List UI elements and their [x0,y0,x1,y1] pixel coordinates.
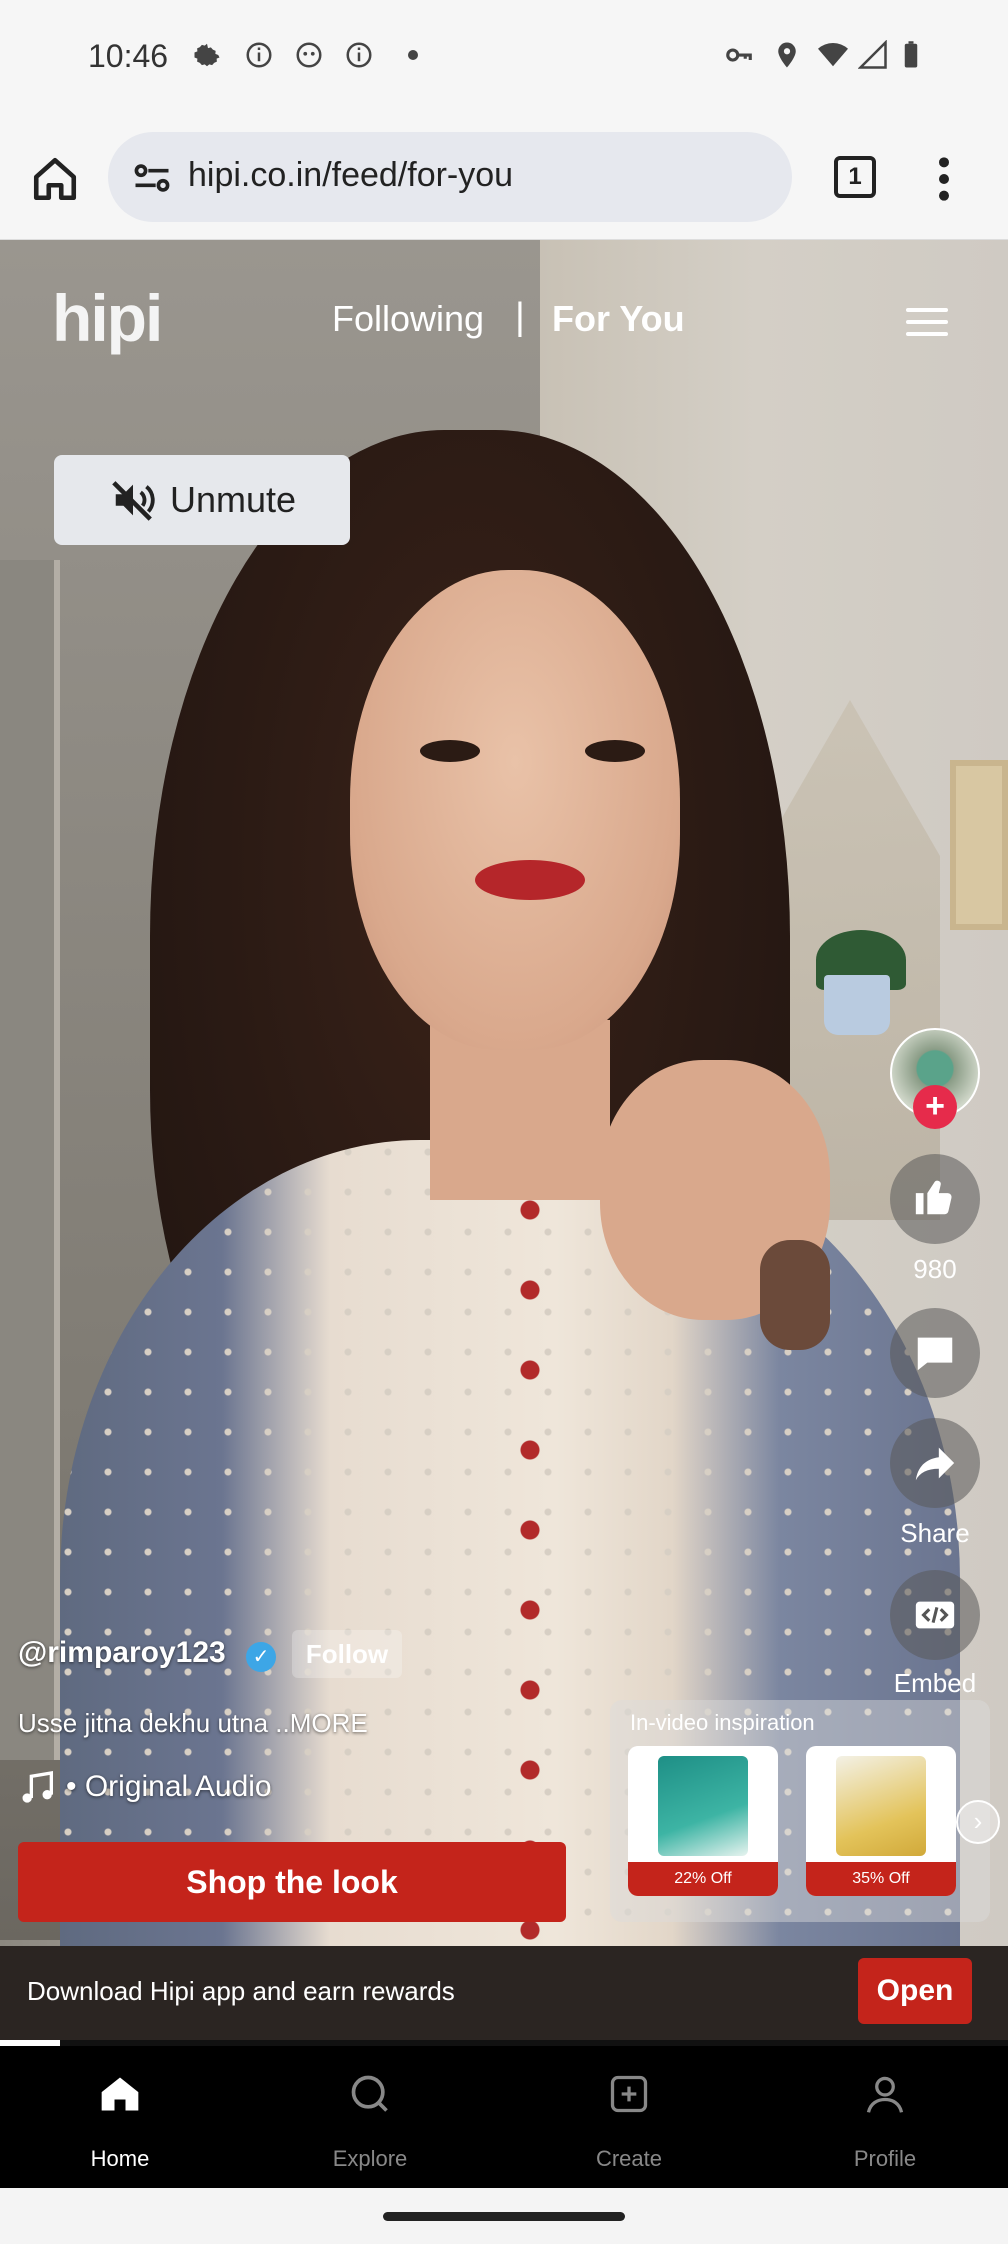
like-button[interactable] [890,1154,980,1244]
info-icon [246,42,272,68]
nav-explore-label: Explore [332,2146,408,2171]
product-card[interactable]: 35% Off [806,1746,956,1896]
tab-separator: | [515,296,525,338]
product-image [836,1756,926,1856]
location-icon [778,42,796,68]
info-icon [346,42,372,68]
status-time: 10:46 [88,38,169,74]
share-arrow-icon [915,1447,955,1481]
embed-button[interactable] [890,1570,980,1660]
bottom-nav: Home Explore Create Profile [0,2046,1008,2188]
tab-for-you[interactable]: For You [552,298,685,340]
shop-the-look-button[interactable]: Shop the look [18,1842,566,1922]
home-icon [101,2077,139,2111]
home-icon[interactable] [30,154,80,204]
post-caption[interactable]: Usse jitna dekhu utna ..MORE [18,1708,368,1739]
unmute-button[interactable]: Unmute [54,455,350,545]
nav-profile[interactable]: Profile [805,2046,965,2188]
thumbs-up-icon [915,1180,952,1215]
signal-icon [858,40,887,69]
verified-badge-icon: ✓ [246,1642,276,1672]
gear-icon [194,43,220,67]
tab-following[interactable]: Following [332,298,484,340]
browser-toolbar: hipi.co.in/feed/for-you 1 [0,118,1008,240]
wifi-icon [818,43,848,67]
speaker-muted-icon [112,481,155,521]
download-app-banner: Download Hipi app and earn rewards Open [0,1946,1008,2040]
search-icon [351,2075,388,2112]
in-video-inspiration-panel: In-video inspiration 22% Off 35% Off [610,1700,990,1922]
share-label: Share [900,1518,970,1548]
comment-button[interactable] [890,1308,980,1398]
comment-icon [917,1337,953,1371]
nav-explore[interactable]: Explore [290,2046,450,2188]
banner-text: Download Hipi app and earn rewards [27,1976,455,2006]
status-bar: 10:46 [0,0,1008,118]
inspiration-title: In-video inspiration [630,1710,815,1735]
product-image [658,1756,748,1856]
embed-label: Embed [893,1668,977,1698]
gesture-bar [0,2188,1008,2244]
music-note-icon [22,1771,53,1803]
follow-plus-icon[interactable]: + [913,1085,957,1129]
nav-home[interactable]: Home [40,2046,200,2188]
audio-info[interactable]: • Original Audio [18,1768,272,1808]
nav-home-label: Home [90,2146,150,2171]
audio-label: • Original Audio [66,1769,272,1803]
follow-button[interactable]: Follow [292,1630,402,1678]
nav-create[interactable]: Create [549,2046,709,2188]
video-player[interactable]: hipi Following | For You Unmute + 980 Sh… [0,240,1008,2040]
face-icon [296,42,322,68]
product-discount: 35% Off [806,1862,956,1896]
chevron-right-icon[interactable]: › [956,1800,1000,1844]
hamburger-menu-icon[interactable] [906,308,948,338]
dot-icon [408,50,418,60]
like-count: 980 [913,1254,957,1284]
site-settings-icon[interactable] [130,156,174,200]
home-indicator[interactable] [383,2212,625,2221]
key-icon [726,48,752,62]
tab-switcher-button[interactable]: 1 [834,156,876,198]
nav-profile-label: Profile [853,2146,917,2171]
address-bar[interactable]: hipi.co.in/feed/for-you [108,132,792,222]
open-app-button[interactable]: Open [858,1958,972,2024]
url-text: hipi.co.in/feed/for-you [188,156,514,194]
unmute-label: Unmute [170,479,297,520]
plus-square-icon [610,2075,648,2113]
battery-icon [904,41,918,68]
hipi-logo[interactable]: hipi [52,280,163,356]
nav-create-label: Create [595,2146,663,2171]
share-button[interactable] [890,1418,980,1508]
creator-username[interactable]: @rimparoy123 [18,1636,226,1670]
more-options-icon[interactable] [924,154,964,204]
product-card[interactable]: 22% Off [628,1746,778,1896]
person-icon [866,2076,904,2113]
product-discount: 22% Off [628,1862,778,1896]
embed-code-icon [915,1601,955,1629]
